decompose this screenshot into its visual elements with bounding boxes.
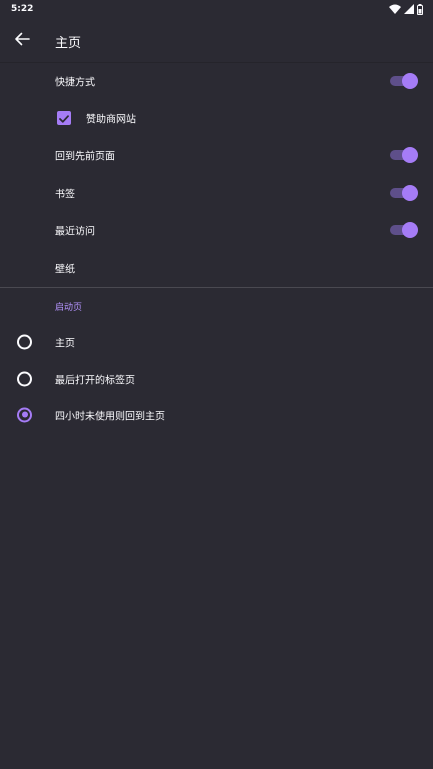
status-time: 5:22 [11,4,34,14]
setting-row-bookmarks[interactable]: 书签 [0,174,433,211]
radio-label-homepage: 主页 [55,338,75,349]
radio-selected-dot [21,411,28,418]
app-bar: 主页 [0,20,433,63]
bookmarks-toggle[interactable] [390,184,418,201]
switch-thumb [402,146,418,163]
setting-row-sponsored-sites[interactable]: 赞助商网站 [0,99,433,136]
switch-thumb [402,184,418,201]
radio-button-last-tab[interactable] [17,371,32,386]
radio-label-after-four-hours: 四小时未使用则回到主页 [55,411,165,422]
radio-label-last-tab: 最后打开的标签页 [55,375,135,386]
setting-label-bookmarks: 书签 [55,189,75,200]
setting-row-wallpaper[interactable]: 壁纸 [0,249,433,286]
shortcuts-toggle[interactable] [390,72,418,89]
setting-label-recent-visits: 最近访问 [55,226,95,237]
wifi-icon [389,4,401,14]
setting-label-sponsored-sites: 赞助商网站 [86,114,136,125]
setting-label-wallpaper: 壁纸 [55,264,75,275]
switch-thumb [402,221,418,238]
setting-row-recent-visits[interactable]: 最近访问 [0,211,433,248]
status-icons [389,3,423,15]
battery-icon [417,3,423,15]
switch-thumb [402,72,418,89]
section-divider [0,287,433,288]
section-header-opening-screen: 启动页 [55,303,83,313]
page-title: 主页 [55,36,82,51]
cell-signal-icon [404,4,414,14]
arrow-left-icon [14,31,30,50]
jump-back-in-toggle[interactable] [390,146,418,163]
radio-option-last-tab[interactable]: 最后打开的标签页 [0,360,433,397]
setting-label-shortcuts: 快捷方式 [55,77,95,88]
setting-label-jump-back-in: 回到先前页面 [55,151,115,162]
radio-button-after-four-hours[interactable] [17,407,32,422]
radio-option-homepage[interactable]: 主页 [0,323,433,360]
sponsored-sites-checkbox[interactable] [57,108,71,127]
back-button[interactable] [8,26,36,54]
radio-option-after-four-hours[interactable]: 四小时未使用则回到主页 [0,396,433,433]
radio-button-homepage[interactable] [17,334,32,349]
setting-row-shortcuts[interactable]: 快捷方式 [0,62,433,99]
checkmark-icon [59,108,69,127]
status-bar: 5:22 [0,0,433,20]
setting-row-jump-back-in[interactable]: 回到先前页面 [0,136,433,173]
recent-visits-toggle[interactable] [390,221,418,238]
